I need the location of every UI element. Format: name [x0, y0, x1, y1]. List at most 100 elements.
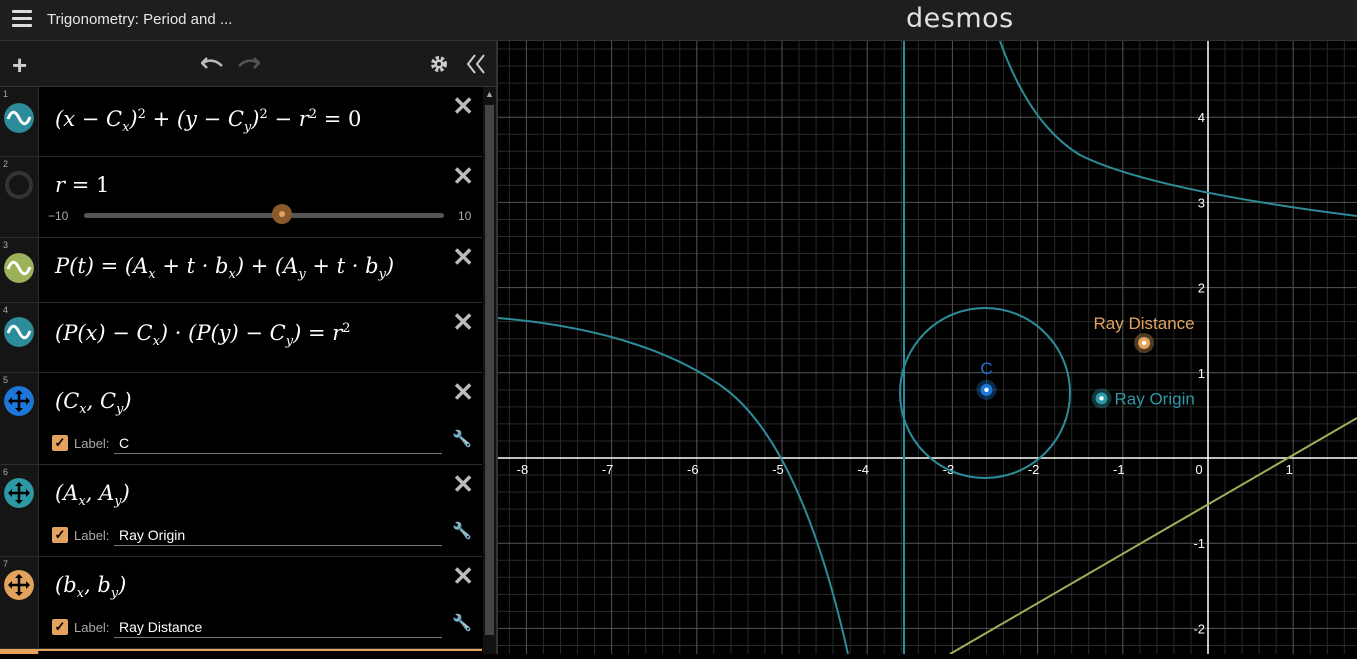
wave-icon[interactable] — [4, 103, 34, 133]
wrench-icon[interactable]: 🔧 — [452, 521, 472, 541]
expression-index: 3 — [3, 240, 9, 250]
graph-paper[interactable]: -8 -7 -6 -5 -4 -3 -2 -1 0 1 4 3 2 1 -1 -2 C Ray Origin R… — [497, 40, 1357, 655]
point-b-expression[interactable]: (bx, by) — [55, 573, 126, 601]
ray-equation[interactable]: P(t) = (Ax + t · bx) + (Ay + t · by) — [55, 254, 394, 282]
scroll-thumb[interactable] — [485, 105, 494, 635]
hyperbola-lower-branch — [497, 317, 849, 655]
y-tick-label: 1 — [1198, 366, 1205, 381]
gear-icon[interactable] — [429, 54, 449, 78]
label-input[interactable]: Ray Origin — [114, 524, 442, 546]
double-chevron-left-icon[interactable] — [466, 53, 486, 79]
point-center — [984, 387, 989, 393]
wrench-icon[interactable]: 🔧 — [452, 613, 472, 633]
close-icon[interactable]: ✕ — [452, 471, 474, 497]
graph-canvas[interactable]: -8 -7 -6 -5 -4 -3 -2 -1 0 1 4321-1-2 CRay OriginR… — [497, 40, 1357, 655]
label-caption: Label: — [74, 620, 110, 635]
radius-equation[interactable]: r = 1 — [55, 173, 109, 197]
slider-thumb[interactable] — [272, 204, 292, 224]
graph-point[interactable]: Ray Distance — [1094, 314, 1195, 353]
scroll-up-icon[interactable]: ▲ — [485, 89, 494, 99]
point-center — [1141, 340, 1147, 346]
expression-item[interactable]: 6 (Ax, Ay) ✓ Label: Ray Origin 🔧 ✕ — [0, 465, 482, 557]
x-tick-label: -5 — [772, 462, 784, 477]
expression-gutter: 7 — [0, 557, 39, 648]
label-checkbox[interactable]: ✓ — [52, 435, 68, 451]
hyperbola-upper-branch — [999, 40, 1357, 217]
expression-index: 7 — [3, 559, 9, 569]
slider-track[interactable] — [84, 213, 444, 218]
y-tick-label: 3 — [1198, 195, 1205, 210]
top-bar: Trigonometry: Period and ... desmos — [0, 0, 1357, 41]
expression-index: 4 — [3, 305, 9, 315]
x-tick-label: -4 — [857, 462, 869, 477]
expression-gutter: 3 — [0, 238, 39, 302]
label-input[interactable]: C — [114, 432, 442, 454]
expression-toolbar: + — [0, 41, 496, 87]
x-tick-label: 0 — [1195, 462, 1202, 477]
expression-item[interactable]: 2 r = 1 −10 10 ✕ — [0, 157, 482, 238]
slider-min: −10 — [48, 209, 69, 223]
label-caption: Label: — [74, 436, 110, 451]
expression-item[interactable]: 5 (Cx, Cy) ✓ Label: C 🔧 ✕ — [0, 373, 482, 465]
label-input[interactable]: Ray Distance — [114, 616, 442, 638]
graph-point[interactable]: Ray Origin — [1091, 388, 1195, 409]
redo-icon[interactable] — [238, 54, 261, 76]
plus-icon[interactable]: + — [12, 52, 27, 78]
expression-index: 1 — [3, 89, 9, 99]
label-checkbox[interactable]: ✓ — [52, 619, 68, 635]
y-tick-label: -1 — [1193, 536, 1205, 551]
ray-line — [949, 417, 1357, 655]
next-expression-item[interactable] — [0, 649, 482, 654]
point-label: Ray Origin — [1115, 389, 1195, 408]
slider-max: 10 — [458, 209, 472, 223]
expression-item[interactable]: 1 (x − Cx)2 + (y − Cy)2 − r2 = 0 ✕ — [0, 87, 482, 157]
close-icon[interactable]: ✕ — [452, 93, 474, 119]
y-tick-label: 2 — [1198, 281, 1205, 296]
wave-icon[interactable] — [4, 253, 34, 283]
move-arrows-icon[interactable] — [4, 386, 34, 416]
close-icon[interactable]: ✕ — [452, 563, 474, 589]
circle-equation[interactable]: (x − Cx)2 + (y − Cy)2 − r2 = 0 — [55, 107, 361, 135]
intersection-equation[interactable]: (P(x) − Cx) · (P(y) − Cy) = r2 — [55, 321, 351, 349]
undo-icon[interactable] — [200, 54, 223, 76]
menu-icon[interactable] — [12, 10, 32, 28]
point-label: Ray Distance — [1094, 314, 1195, 333]
wrench-icon[interactable]: 🔧 — [452, 429, 472, 449]
close-icon[interactable]: ✕ — [452, 163, 474, 189]
expression-gutter: 2 — [0, 157, 39, 237]
point-center — [1099, 396, 1104, 401]
expression-gutter: 6 — [0, 465, 39, 556]
expression-item[interactable]: 4 (P(x) − Cx) · (P(y) − Cy) = r2 ✕ — [0, 303, 482, 373]
close-icon[interactable]: ✕ — [452, 244, 474, 270]
expression-index: 2 — [3, 159, 9, 169]
hidden-circle-icon[interactable] — [4, 170, 34, 200]
expression-item[interactable]: 3 P(t) = (Ax + t · bx) + (Ay + t · by) ✕ — [0, 238, 482, 303]
x-tick-label: -7 — [602, 462, 614, 477]
point-c-expression[interactable]: (Cx, Cy) — [55, 389, 132, 417]
label-caption: Label: — [74, 528, 110, 543]
expression-item[interactable]: 7 (bx, by) ✓ Label: Ray Distance 🔧 ✕ — [0, 557, 482, 649]
expression-scrollbar[interactable]: ▲ — [483, 87, 496, 654]
desmos-logo: desmos — [906, 3, 1014, 34]
x-tick-label: -8 — [517, 462, 529, 477]
move-arrows-icon[interactable] — [4, 478, 34, 508]
expression-index: 5 — [3, 375, 9, 385]
expression-list: 1 (x − Cx)2 + (y − Cy)2 − r2 = 0 ✕ 2 r =… — [0, 87, 482, 654]
wave-icon[interactable] — [4, 317, 34, 347]
close-icon[interactable]: ✕ — [452, 379, 474, 405]
x-tick-label: 1 — [1286, 462, 1293, 477]
point-label: C — [980, 359, 992, 378]
graph-title[interactable]: Trigonometry: Period and ... — [47, 11, 232, 28]
point-a-expression[interactable]: (Ax, Ay) — [55, 481, 130, 509]
x-tick-label: -1 — [1113, 462, 1125, 477]
y-tick-label: 4 — [1198, 110, 1205, 125]
expression-gutter: 5 — [0, 373, 39, 464]
move-arrows-icon[interactable] — [4, 570, 34, 600]
expression-gutter: 1 — [0, 87, 39, 156]
x-tick-label: -6 — [687, 462, 699, 477]
label-checkbox[interactable]: ✓ — [52, 527, 68, 543]
expression-index: 6 — [3, 467, 9, 477]
expression-gutter: 4 — [0, 303, 39, 372]
close-icon[interactable]: ✕ — [452, 309, 474, 335]
expression-panel: + 1 (x − Cx)2 + (y − Cy)2 − r2 = 0 ✕ 2 r… — [0, 41, 498, 654]
